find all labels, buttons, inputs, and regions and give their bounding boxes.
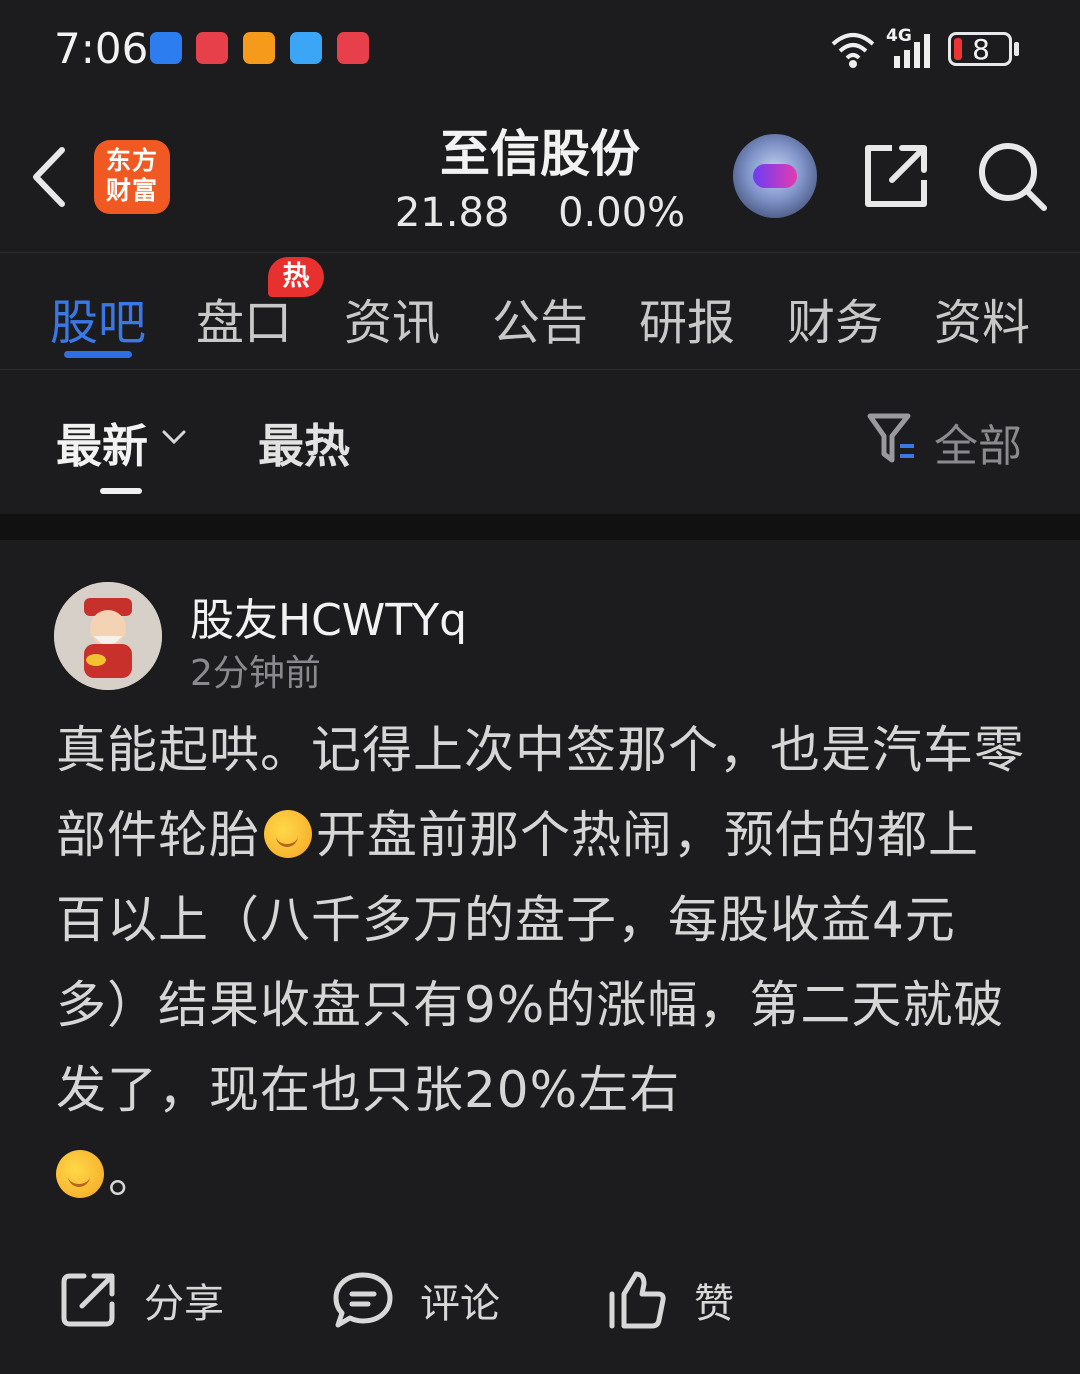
book-app-icon — [196, 32, 228, 64]
divider — [0, 514, 1080, 540]
share-label: 分享 — [144, 1281, 224, 1327]
giggle-emoji-icon — [264, 810, 312, 858]
active-sort-indicator — [100, 488, 142, 494]
battery-icon: 8 — [948, 32, 1012, 66]
reader-app-icon — [337, 32, 369, 64]
post-text-end: 。 — [108, 1146, 159, 1204]
eastmoney-logo[interactable]: 东方 财富 — [94, 140, 170, 214]
sort-latest[interactable]: 最新 — [56, 410, 148, 476]
post-card[interactable]: 股友HCWTYq 2分钟前 真能起哄。记得上次中签那个，也是汽车零部件轮胎 开盘前… — [0, 540, 1080, 1374]
stock-header: 东方 财富 至信股份 21.88 0.00% — [0, 100, 1080, 253]
sort-bar: 最新 最热 全部 — [0, 370, 1080, 514]
stock-change: 0.00% — [558, 190, 686, 236]
share-button[interactable]: 分享 — [58, 1270, 224, 1330]
giggle-emoji-icon — [56, 1150, 104, 1198]
comment-icon — [333, 1272, 393, 1328]
sort-hottest[interactable]: 最热 — [258, 410, 350, 476]
comment-label: 评论 — [420, 1281, 500, 1327]
thumbs-up-icon — [609, 1271, 666, 1329]
video-app-icon — [243, 32, 275, 64]
post-actions: 分享 评论 赞 — [0, 1252, 1080, 1352]
avatar[interactable] — [54, 582, 162, 690]
filter-scope[interactable]: 全部 — [934, 410, 1022, 474]
search-icon[interactable] — [976, 140, 1048, 212]
god-of-wealth-avatar-icon — [54, 582, 162, 690]
post-time: 2分钟前 — [190, 653, 321, 694]
status-bar: 7:06 4G 8 — [0, 0, 1080, 100]
tab-announcements[interactable]: 公告 — [492, 283, 588, 353]
wifi-icon — [831, 33, 875, 68]
like-button[interactable]: 赞 — [606, 1270, 734, 1330]
back-arrow-icon[interactable] — [26, 144, 70, 210]
hot-badge: 热 — [268, 257, 324, 297]
signal-icon — [894, 34, 930, 68]
tab-finance[interactable]: 财务 — [787, 283, 883, 353]
weather-app-icon — [290, 32, 322, 64]
tab-news[interactable]: 资讯 — [344, 283, 440, 353]
chevron-down-icon[interactable] — [160, 428, 188, 448]
ai-assistant-icon[interactable] — [733, 134, 817, 218]
clock: 7:06 — [54, 24, 149, 73]
share-icon[interactable] — [862, 142, 930, 210]
stock-price: 21.88 — [394, 190, 510, 236]
like-label: 赞 — [694, 1281, 734, 1327]
section-tabs: 股吧 盘口 热 资讯 公告 研报 财务 资料 — [0, 253, 1080, 370]
tab-guba[interactable]: 股吧 — [50, 283, 146, 353]
comment-button[interactable]: 评论 — [332, 1270, 500, 1330]
share-icon — [61, 1273, 115, 1327]
post-author[interactable]: 股友HCWTYq — [190, 584, 467, 648]
filter-icon[interactable] — [866, 410, 918, 466]
tab-profile[interactable]: 资料 — [934, 283, 1030, 353]
active-tab-indicator — [64, 351, 132, 358]
stock-quote: 21.88 0.00% — [300, 190, 780, 236]
post-body[interactable]: 真能起哄。记得上次中签那个，也是汽车零部件轮胎 开盘前那个热闹，预估的都上百以上（… — [56, 708, 1028, 1218]
stock-name: 至信股份 — [440, 125, 640, 183]
shield-app-icon — [150, 32, 182, 64]
tab-research[interactable]: 研报 — [639, 283, 735, 353]
battery-level: 8 — [972, 33, 990, 66]
